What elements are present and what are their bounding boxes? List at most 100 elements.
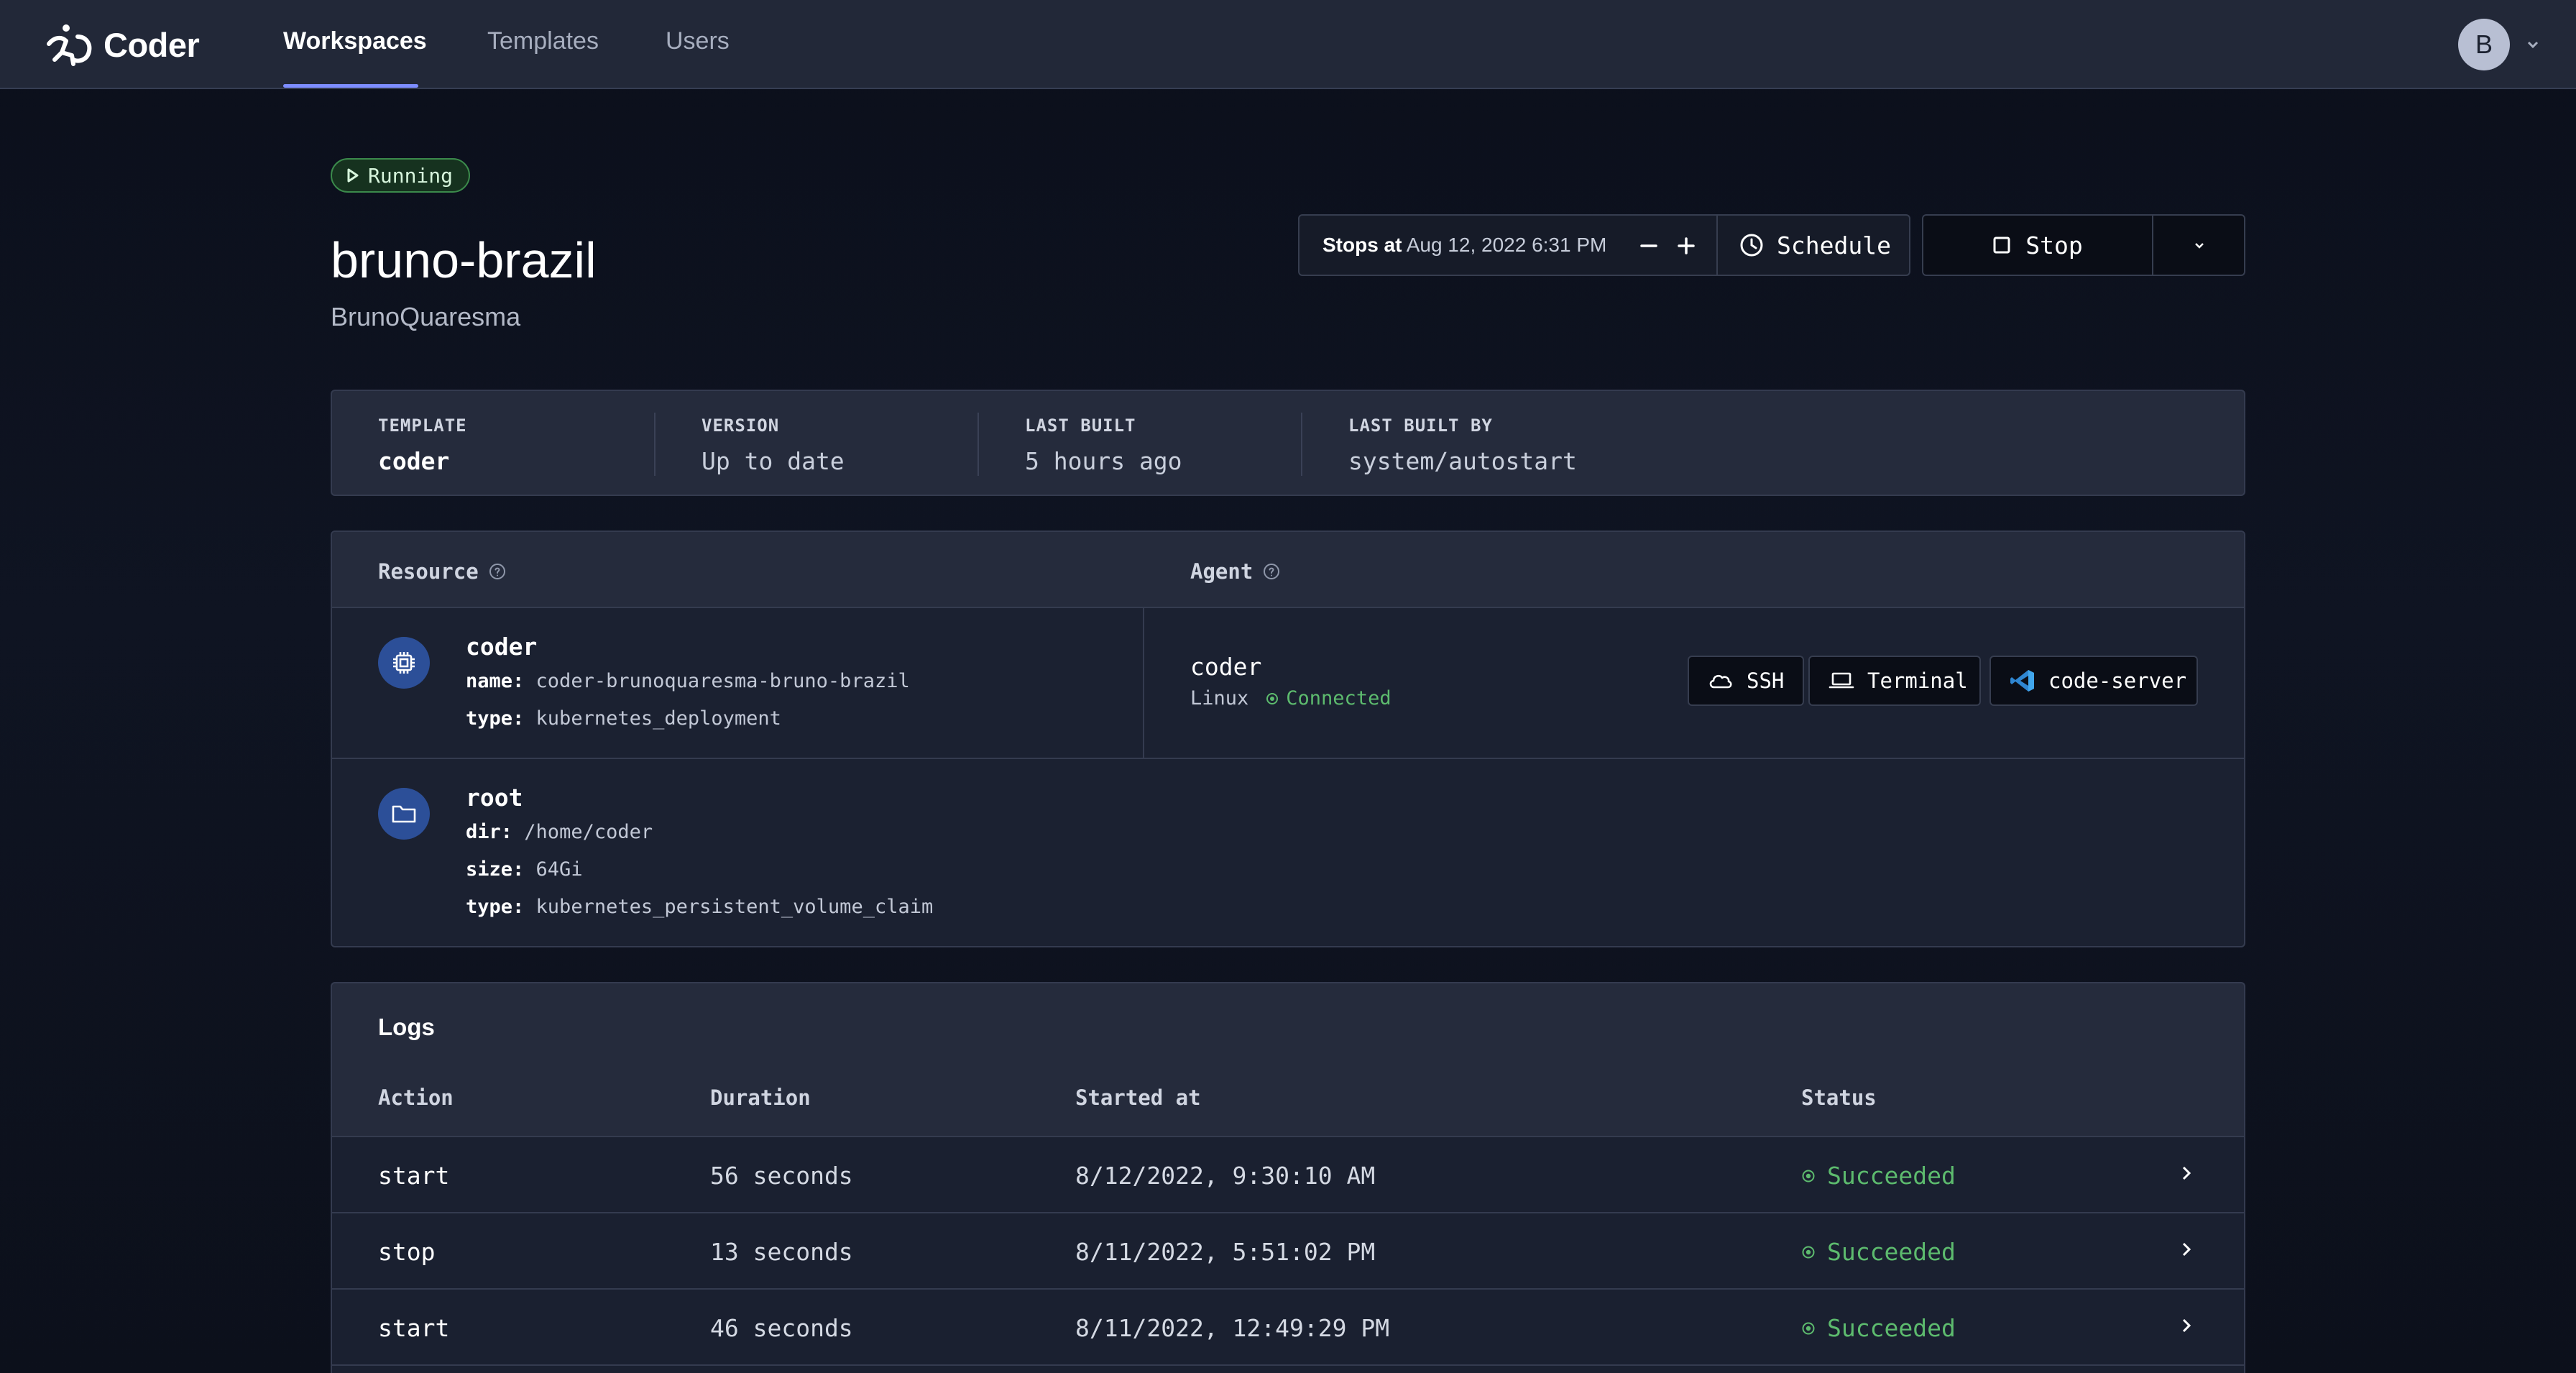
status-dot-icon: [1266, 692, 1279, 704]
stat-value[interactable]: coder: [378, 447, 467, 475]
log-started-at: 8/12/2022, 9:30:10 AM: [1075, 1162, 1376, 1190]
log-action: start: [378, 1314, 450, 1342]
more-actions-button[interactable]: [2155, 216, 2244, 275]
resources-table: Resource Agent coder name: coder-brunoqu…: [331, 531, 2245, 947]
workspace-stats: TEMPLATE coder VERSION Up to date LAST B…: [331, 390, 2245, 496]
nav-workspaces[interactable]: Workspaces: [283, 27, 427, 55]
log-started-at: 8/11/2022, 12:49:29 PM: [1075, 1314, 1390, 1342]
resource-field: dir: /home/coder: [466, 821, 653, 843]
stat-label: LAST BUILT: [1025, 415, 1136, 436]
resource-field: type: kubernetes_deployment: [466, 707, 781, 730]
coder-logo-icon: [47, 24, 92, 66]
resource-name: root: [466, 784, 523, 812]
field-key: name:: [466, 670, 525, 692]
table-row[interactable]: start 46 seconds 8/11/2022, 12:49:29 PM …: [332, 1288, 2244, 1364]
active-tab-indicator: [283, 84, 418, 88]
field-key: dir:: [466, 821, 513, 843]
user-avatar[interactable]: B: [2458, 19, 2510, 70]
agent-os-label: Linux: [1190, 687, 1249, 710]
column-header-status: Status: [1801, 1085, 1877, 1110]
increase-deadline-button[interactable]: [1672, 231, 1701, 260]
laptop-icon: [1828, 672, 1854, 689]
status-dot-icon: [1802, 1322, 1815, 1334]
terminal-button-label: Terminal: [1867, 669, 1968, 693]
log-status: Succeeded: [1801, 1162, 1956, 1190]
log-started-at: 8/11/2022, 5:51:02 PM: [1075, 1238, 1376, 1266]
help-icon[interactable]: [1263, 563, 1280, 580]
stops-at-time: Aug 12, 2022 6:31 PM: [1406, 234, 1607, 256]
table-row[interactable]: [332, 1364, 2244, 1373]
field-value: kubernetes_deployment: [535, 707, 781, 730]
agent-status-label: Connected: [1286, 687, 1392, 710]
stop-button[interactable]: Stop: [1923, 216, 2153, 275]
chevron-right-icon[interactable]: [2176, 1315, 2196, 1336]
log-duration: 13 seconds: [710, 1238, 853, 1266]
status-badge-label: Running: [368, 163, 454, 188]
agent-os: Linux Connected: [1190, 687, 1392, 710]
column-divider: [1143, 608, 1144, 758]
agent-name: coder: [1190, 653, 1262, 681]
clock-icon: [1740, 234, 1763, 257]
ssh-button[interactable]: SSH: [1688, 656, 1804, 706]
log-status-label: Succeeded: [1827, 1314, 1956, 1342]
log-status: Succeeded: [1801, 1314, 1956, 1342]
schedule-button[interactable]: Schedule: [1716, 214, 1912, 276]
nav-templates[interactable]: Templates: [487, 27, 599, 55]
stat-label: TEMPLATE: [378, 415, 467, 436]
resource-name: coder: [466, 633, 538, 661]
field-key: size:: [466, 858, 525, 881]
field-value: coder-brunoquaresma-bruno-brazil: [535, 670, 910, 692]
plus-icon: [1678, 237, 1695, 254]
log-duration: 56 seconds: [710, 1162, 853, 1190]
field-value: kubernetes_persistent_volume_claim: [535, 896, 934, 918]
status-dot-icon: [1802, 1246, 1815, 1258]
table-row[interactable]: stop 13 seconds 8/11/2022, 5:51:02 PM Su…: [332, 1212, 2244, 1288]
agent-status: Connected: [1266, 687, 1392, 710]
stat-label: VERSION: [702, 415, 780, 436]
log-status-label: Succeeded: [1827, 1238, 1956, 1266]
cpu-icon: [393, 652, 415, 674]
brand-name: Coder: [104, 25, 200, 64]
code-server-button[interactable]: code-server: [1990, 656, 2198, 706]
ssh-button-label: SSH: [1747, 669, 1785, 693]
minus-icon: [1640, 244, 1657, 247]
vscode-icon: [2010, 670, 2034, 692]
agent-header-label: Agent: [1190, 559, 1254, 584]
help-icon[interactable]: [489, 563, 506, 580]
chevron-right-icon[interactable]: [2176, 1163, 2196, 1183]
page-title: bruno-brazil: [331, 232, 597, 288]
square-icon: [1993, 237, 2010, 254]
cloud-icon: [1709, 674, 1732, 689]
chevron-down-icon[interactable]: [2524, 36, 2542, 53]
decrease-deadline-button[interactable]: [1634, 231, 1663, 260]
play-icon: [347, 168, 359, 183]
terminal-button[interactable]: Terminal: [1808, 656, 1981, 706]
resource-field: name: coder-brunoquaresma-bruno-brazil: [466, 670, 910, 692]
resource-header-label: Resource: [378, 559, 479, 584]
log-action: stop: [378, 1238, 436, 1266]
stat-template: TEMPLATE coder: [378, 415, 467, 476]
log-status: Succeeded: [1801, 1238, 1956, 1266]
resource-field: size: 64Gi: [466, 858, 583, 881]
field-key: type:: [466, 896, 525, 918]
status-dot-icon: [1802, 1170, 1815, 1182]
top-navbar: Coder Workspaces Templates Users B: [0, 0, 2576, 89]
stat-value: 5 hours ago: [1025, 447, 1182, 475]
stop-button-label: Stop: [2025, 231, 2083, 260]
stat-value: system/autostart: [1348, 447, 1577, 475]
folder-icon: [392, 805, 416, 823]
stat-last-built: LAST BUILT 5 hours ago: [1025, 415, 1182, 476]
code-server-button-label: code-server: [2048, 669, 2187, 693]
nav-users[interactable]: Users: [666, 27, 730, 55]
stat-value: Up to date: [702, 447, 845, 475]
field-value: /home/coder: [524, 821, 653, 843]
stat-divider: [978, 413, 979, 476]
table-row[interactable]: start 56 seconds 8/12/2022, 9:30:10 AM S…: [332, 1136, 2244, 1212]
brand-logo[interactable]: Coder: [45, 22, 200, 68]
column-header-duration: Duration: [710, 1085, 811, 1110]
chevron-right-icon[interactable]: [2176, 1239, 2196, 1259]
resource-column-header: Resource: [378, 559, 506, 584]
logs-title: Logs: [378, 1014, 435, 1040]
column-header-started-at: Started at: [1075, 1085, 1201, 1110]
log-duration: 46 seconds: [710, 1314, 853, 1342]
